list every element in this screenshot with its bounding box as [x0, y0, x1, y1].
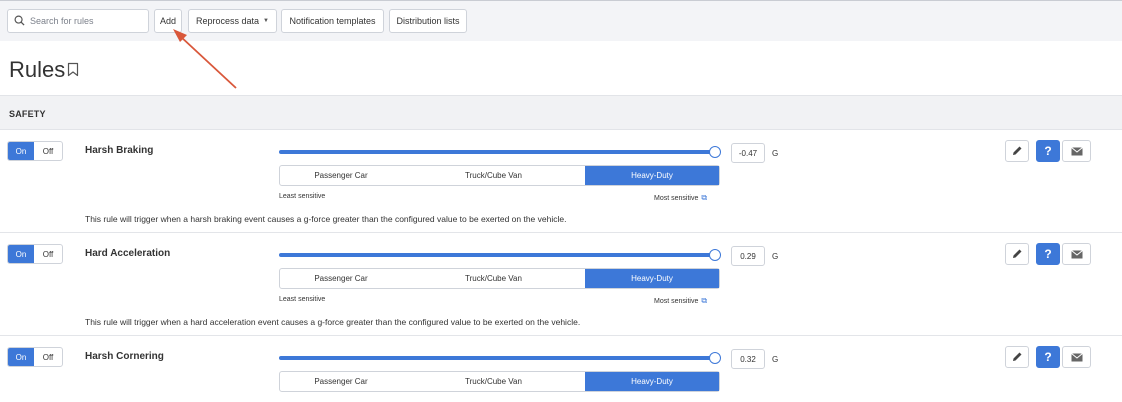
rule-name: Hard Acceleration	[85, 248, 171, 259]
sensitivity-slider-track[interactable]	[279, 356, 711, 360]
add-button[interactable]: Add	[154, 9, 182, 33]
rule-harsh-braking: On Off Harsh Braking -0.47 G Passenger C…	[0, 131, 1122, 233]
most-sensitive-text: Most sensitive	[654, 297, 699, 305]
vehicle-type-selector: Passenger Car Truck/Cube Van Heavy-Duty	[279, 165, 720, 186]
toolbar: Add Reprocess data ▼ Notification templa…	[0, 0, 1122, 41]
pencil-icon	[1013, 352, 1022, 361]
help-button[interactable]: ?	[1036, 346, 1060, 368]
edit-button[interactable]	[1005, 346, 1029, 368]
vehicle-type-truck-cube-van[interactable]: Truck/Cube Van	[402, 166, 585, 185]
vehicle-type-selector: Passenger Car Truck/Cube Van Heavy-Duty	[279, 268, 720, 289]
value-input[interactable]: 0.29	[731, 246, 765, 266]
search-box[interactable]	[7, 9, 149, 33]
rule-harsh-cornering: On Off Harsh Cornering 0.32 G Passenger …	[0, 337, 1122, 402]
most-sensitive-text: Most sensitive	[654, 194, 699, 202]
envelope-icon	[1070, 352, 1083, 361]
help-button[interactable]: ?	[1036, 140, 1060, 162]
toggle-off[interactable]: Off	[34, 348, 62, 366]
vehicle-type-heavy-duty[interactable]: Heavy-Duty	[585, 269, 719, 288]
question-icon: ?	[1044, 350, 1052, 364]
most-sensitive-label: Most sensitive ⧉	[654, 193, 707, 203]
search-input[interactable]	[30, 13, 145, 29]
rule-hard-acceleration: On Off Hard Acceleration 0.29 G Passenge…	[0, 234, 1122, 336]
help-button[interactable]: ?	[1036, 243, 1060, 265]
rule-name: Harsh Cornering	[85, 351, 164, 362]
sensitivity-slider-track[interactable]	[279, 253, 711, 257]
vehicle-type-passenger-car[interactable]: Passenger Car	[280, 372, 402, 391]
notify-button[interactable]	[1062, 140, 1091, 162]
rule-description: This rule will trigger when a harsh brak…	[85, 214, 567, 224]
page-title: Rules	[9, 57, 66, 82]
reprocess-data-label: Reprocess data	[196, 16, 260, 26]
vehicle-type-heavy-duty[interactable]: Heavy-Duty	[585, 166, 719, 185]
rule-name: Harsh Braking	[85, 145, 154, 156]
edit-button[interactable]	[1005, 243, 1029, 265]
pencil-icon	[1013, 249, 1022, 258]
vehicle-type-passenger-car[interactable]: Passenger Car	[280, 269, 402, 288]
unit-label: G	[772, 252, 779, 261]
value-input[interactable]: 0.32	[731, 349, 765, 369]
caret-down-icon: ▼	[263, 18, 269, 24]
envelope-icon	[1070, 146, 1083, 155]
slider-handle[interactable]	[709, 146, 721, 158]
vehicle-type-selector: Passenger Car Truck/Cube Van Heavy-Duty	[279, 371, 720, 392]
notification-templates-label: Notification templates	[289, 16, 376, 26]
reprocess-data-dropdown[interactable]: Reprocess data ▼	[188, 9, 277, 33]
least-sensitive-label: Least sensitive	[279, 296, 326, 303]
slider-handle[interactable]	[709, 352, 721, 364]
toggle-on[interactable]: On	[8, 142, 34, 160]
slider-handle[interactable]	[709, 249, 721, 261]
external-link-icon[interactable]: ⧉	[701, 193, 707, 203]
question-icon: ?	[1044, 247, 1052, 261]
sensitivity-slider-track[interactable]	[279, 150, 711, 154]
section-title: SAFETY	[9, 109, 46, 119]
search-icon	[14, 15, 25, 26]
on-off-toggle[interactable]: On Off	[7, 141, 63, 161]
envelope-icon	[1070, 249, 1083, 258]
bookmark-icon[interactable]	[67, 62, 79, 77]
toggle-off[interactable]: Off	[34, 245, 62, 263]
notify-button[interactable]	[1062, 346, 1091, 368]
least-sensitive-label: Least sensitive	[279, 193, 326, 200]
unit-label: G	[772, 355, 779, 364]
notification-templates-button[interactable]: Notification templates	[281, 9, 384, 33]
external-link-icon[interactable]: ⧉	[701, 296, 707, 306]
toggle-off[interactable]: Off	[34, 142, 62, 160]
pencil-icon	[1013, 146, 1022, 155]
notify-button[interactable]	[1062, 243, 1091, 265]
section-header-safety: SAFETY	[0, 95, 1122, 130]
toggle-on[interactable]: On	[8, 245, 34, 263]
distribution-lists-label: Distribution lists	[396, 16, 460, 26]
vehicle-type-passenger-car[interactable]: Passenger Car	[280, 166, 402, 185]
vehicle-type-truck-cube-van[interactable]: Truck/Cube Van	[402, 269, 585, 288]
on-off-toggle[interactable]: On Off	[7, 244, 63, 264]
vehicle-type-heavy-duty[interactable]: Heavy-Duty	[585, 372, 719, 391]
vehicle-type-truck-cube-van[interactable]: Truck/Cube Van	[402, 372, 585, 391]
distribution-lists-button[interactable]: Distribution lists	[389, 9, 467, 33]
edit-button[interactable]	[1005, 140, 1029, 162]
add-button-label: Add	[159, 16, 176, 26]
on-off-toggle[interactable]: On Off	[7, 347, 63, 367]
most-sensitive-label: Most sensitive ⧉	[654, 296, 707, 306]
question-icon: ?	[1044, 144, 1052, 158]
unit-label: G	[772, 149, 779, 158]
value-input[interactable]: -0.47	[731, 143, 765, 163]
toggle-on[interactable]: On	[8, 348, 34, 366]
rule-description: This rule will trigger when a hard accel…	[85, 317, 581, 327]
